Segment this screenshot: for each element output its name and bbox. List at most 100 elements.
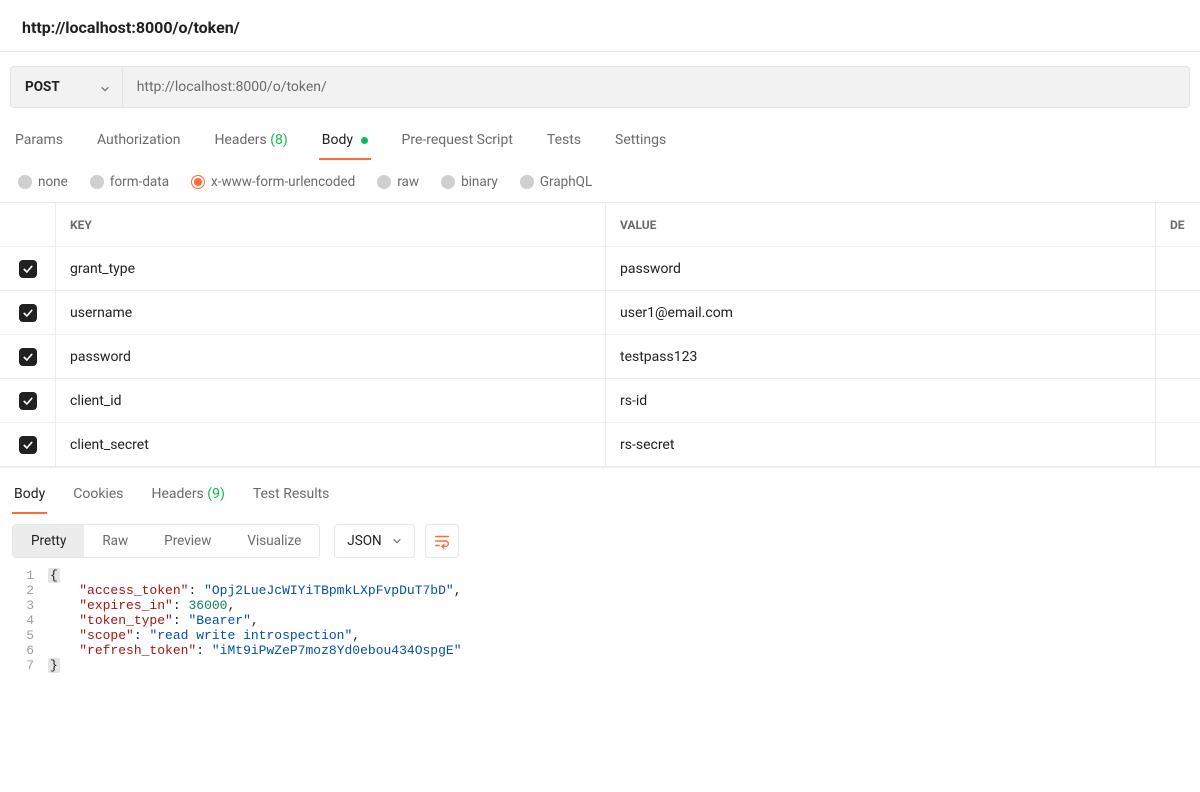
chevron-down-icon [392,536,402,546]
param-desc-cell[interactable] [1156,423,1200,466]
tab-body[interactable]: Body [319,126,371,160]
tab-settings[interactable]: Settings [612,126,669,160]
param-desc-cell[interactable] [1156,335,1200,378]
param-desc-cell[interactable] [1156,379,1200,422]
radio-icon [441,175,455,189]
wrap-lines-icon [433,532,451,550]
radio-icon [90,175,104,189]
code-line[interactable]: "token_type": "Bearer", [48,613,1200,628]
col-header-check [0,203,56,246]
body-type-binary-label: binary [461,174,498,190]
param-key-input[interactable]: username [56,291,606,334]
response-tabs: Body Cookies Headers (9) Test Results [0,467,1200,514]
table-row: client_idrs-id [0,379,1200,423]
line-number: 6 [0,643,48,658]
param-key-input[interactable]: client_id [56,379,606,422]
wrap-lines-button[interactable] [425,524,459,558]
body-type-raw[interactable]: raw [377,174,419,190]
tab-headers[interactable]: Headers (8) [211,126,290,160]
row-enabled-checkbox[interactable] [19,348,37,366]
request-bar: POST http://localhost:8000/o/token/ [10,66,1190,108]
radio-icon [520,175,534,189]
chevron-down-icon [100,82,110,92]
param-key-input[interactable]: client_secret [56,423,606,466]
tab-params[interactable]: Params [12,126,66,160]
tab-authorization[interactable]: Authorization [94,126,183,160]
body-type-graphql[interactable]: GraphQL [520,174,592,190]
row-enabled-checkbox[interactable] [19,436,37,454]
body-type-form-data[interactable]: form-data [90,174,169,190]
page-title: http://localhost:8000/o/token/ [0,0,1200,51]
body-type-raw-label: raw [397,174,419,190]
line-number: 3 [0,598,48,613]
line-number: 5 [0,628,48,643]
param-key-input[interactable]: grant_type [56,247,606,290]
view-raw-button[interactable]: Raw [84,525,146,557]
view-preview-button[interactable]: Preview [146,525,229,557]
param-key-input[interactable]: password [56,335,606,378]
body-params-table: KEY VALUE DE grant_typepasswordusernameu… [0,202,1200,467]
divider [0,51,1200,52]
response-tab-headers[interactable]: Headers (9) [149,482,226,514]
body-type-binary[interactable]: binary [441,174,498,190]
response-tab-cookies[interactable]: Cookies [71,482,125,514]
code-line[interactable]: } [48,658,1200,673]
param-value-input[interactable]: password [606,247,1156,290]
body-type-radios: none form-data x-www-form-urlencoded raw… [0,160,1200,202]
response-tab-headers-label: Headers [151,486,203,502]
param-value-input[interactable]: rs-secret [606,423,1156,466]
row-enabled-checkbox[interactable] [19,260,37,278]
view-pretty-button[interactable]: Pretty [13,525,84,557]
code-line[interactable]: "refresh_token": "iMt9iPwZeP7moz8Yd0ebou… [48,643,1200,658]
line-number: 7 [0,658,48,673]
view-visualize-button[interactable]: Visualize [229,525,319,557]
response-tab-headers-count: (9) [207,486,225,502]
response-view-bar: Pretty Raw Preview Visualize JSON [0,514,1200,562]
tab-prerequest[interactable]: Pre-request Script [399,126,516,160]
body-type-none-label: none [38,174,68,190]
tab-body-label: Body [322,132,353,148]
response-format-select[interactable]: JSON [334,524,414,558]
param-value-input[interactable]: user1@email.com [606,291,1156,334]
http-method-select[interactable]: POST [11,67,123,107]
line-number: 4 [0,613,48,628]
body-type-graphql-label: GraphQL [540,174,592,190]
request-url-input[interactable]: http://localhost:8000/o/token/ [123,67,1189,107]
table-row: client_secretrs-secret [0,423,1200,467]
body-type-none[interactable]: none [18,174,68,190]
row-enabled-checkbox[interactable] [19,392,37,410]
param-value-input[interactable]: testpass123 [606,335,1156,378]
http-method-label: POST [25,79,60,95]
col-header-desc: DE [1156,203,1200,246]
request-tabs: Params Authorization Headers (8) Body Pr… [0,108,1200,160]
table-row: grant_typepassword [0,247,1200,291]
line-number: 2 [0,583,48,598]
response-format-label: JSON [347,533,381,549]
table-row: passwordtestpass123 [0,335,1200,379]
code-line[interactable]: { [48,568,1200,583]
response-body-json[interactable]: 1{2 "access_token": "Opj2LueJcWIYiTBpmkL… [0,562,1200,693]
code-line[interactable]: "scope": "read write introspection", [48,628,1200,643]
unsaved-dot-icon [361,137,368,144]
col-header-key: KEY [56,203,606,246]
body-type-form-data-label: form-data [110,174,169,190]
tab-tests[interactable]: Tests [544,126,584,160]
param-value-input[interactable]: rs-id [606,379,1156,422]
response-tab-test-results[interactable]: Test Results [251,482,332,514]
body-type-urlencoded[interactable]: x-www-form-urlencoded [191,174,355,190]
param-desc-cell[interactable] [1156,291,1200,334]
body-type-urlencoded-label: x-www-form-urlencoded [211,174,355,190]
param-desc-cell[interactable] [1156,247,1200,290]
row-enabled-checkbox[interactable] [19,304,37,322]
response-tab-body[interactable]: Body [12,482,47,514]
view-mode-segment: Pretty Raw Preview Visualize [12,524,320,558]
table-row: usernameuser1@email.com [0,291,1200,335]
tab-headers-label: Headers [214,132,266,148]
col-header-value: VALUE [606,203,1156,246]
code-line[interactable]: "expires_in": 36000, [48,598,1200,613]
line-number: 1 [0,568,48,583]
tab-headers-count: (8) [270,132,288,148]
table-header-row: KEY VALUE DE [0,203,1200,247]
code-line[interactable]: "access_token": "Opj2LueJcWIYiTBpmkLXpFv… [48,583,1200,598]
radio-icon [18,175,32,189]
